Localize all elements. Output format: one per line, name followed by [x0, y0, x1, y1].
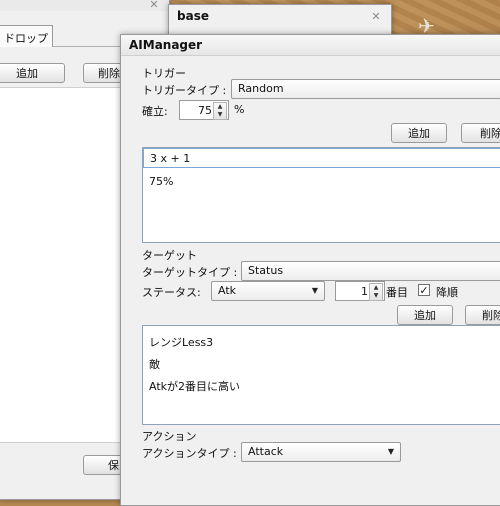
trigger-list-line: 75% [149, 175, 174, 188]
back-window-titlebar [0, 0, 169, 11]
target-delete-label: 削除 [482, 309, 500, 322]
action-section-label: アクション [142, 430, 197, 443]
status-value: Atk [218, 284, 237, 297]
back-add-label: 追加 [16, 67, 38, 80]
action-type-select[interactable]: Attack ▼ [241, 442, 401, 462]
base-window-title: base [177, 9, 209, 23]
status-label: ステータス: [142, 286, 201, 299]
close-icon[interactable]: ✕ [147, 0, 161, 12]
trigger-list-selected-row[interactable]: 3 x + 1 [143, 148, 500, 168]
probability-label: 確立: [142, 105, 168, 118]
percent-sign: % [234, 103, 245, 116]
chevron-down-icon: ▼ [311, 286, 318, 295]
trigger-delete-label: 削除 [480, 127, 500, 140]
back-delete-label: 削除 [98, 67, 120, 80]
target-delete-button[interactable]: 削除 [465, 305, 500, 325]
ai-manager-window: AIManager トリガー トリガータイプ : Random ▼ 確立: 75… [120, 34, 500, 506]
trigger-list-line: 3 x + 1 [150, 152, 191, 165]
trigger-add-label: 追加 [408, 127, 430, 140]
rank-suffix: 番目 [386, 286, 408, 299]
target-list-line: レンジLess3 [149, 336, 214, 349]
rank-value: 1 [361, 285, 368, 298]
trigger-add-button[interactable]: 追加 [391, 123, 447, 143]
trigger-section-label: トリガー [142, 67, 186, 80]
tab-drop-label: ドロップ [4, 32, 48, 45]
target-list[interactable]: レンジLess3 敵 Atkが2番目に高い [142, 325, 500, 425]
target-add-label: 追加 [414, 309, 436, 322]
target-type-value: Status [248, 264, 284, 277]
trigger-type-value: Random [238, 82, 284, 95]
target-list-line: Atkが2番目に高い [149, 380, 241, 393]
target-section-label: ターゲット [142, 249, 197, 262]
chevron-down-icon: ▼ [387, 447, 394, 456]
target-list-line: 敵 [149, 358, 160, 371]
target-type-select[interactable]: Status [241, 261, 500, 281]
target-add-button[interactable]: 追加 [397, 305, 453, 325]
action-type-label: アクションタイプ : [142, 447, 237, 460]
rank-stepper[interactable]: 1 ▲ ▼ [335, 281, 385, 301]
probability-stepper[interactable]: 75 ▲ ▼ [179, 100, 229, 120]
trigger-type-label: トリガータイプ : [142, 84, 227, 97]
ai-manager-title: AIManager [129, 38, 203, 52]
back-add-button[interactable]: 追加 [0, 63, 65, 83]
close-icon[interactable]: ✕ [369, 10, 383, 24]
stepper-arrows-icon[interactable]: ▲ ▼ [369, 283, 383, 301]
stepper-arrows-icon[interactable]: ▲ ▼ [213, 102, 227, 120]
tab-drop[interactable]: ドロップ [0, 25, 53, 47]
trigger-delete-button[interactable]: 削除 [461, 123, 500, 143]
ai-manager-titlebar: AIManager [121, 35, 500, 56]
target-type-label: ターゲットタイプ : [142, 266, 238, 279]
descending-checkbox[interactable]: ✓ [418, 284, 430, 296]
trigger-type-select[interactable]: Random ▼ [231, 79, 500, 99]
descending-label: 降順 [436, 286, 458, 299]
probability-value: 75 [198, 104, 212, 117]
status-select[interactable]: Atk ▼ [211, 281, 325, 301]
action-type-value: Attack [248, 445, 284, 458]
back-save-label: 保 [108, 459, 119, 472]
trigger-list[interactable]: 3 x + 1 75% [142, 147, 500, 243]
